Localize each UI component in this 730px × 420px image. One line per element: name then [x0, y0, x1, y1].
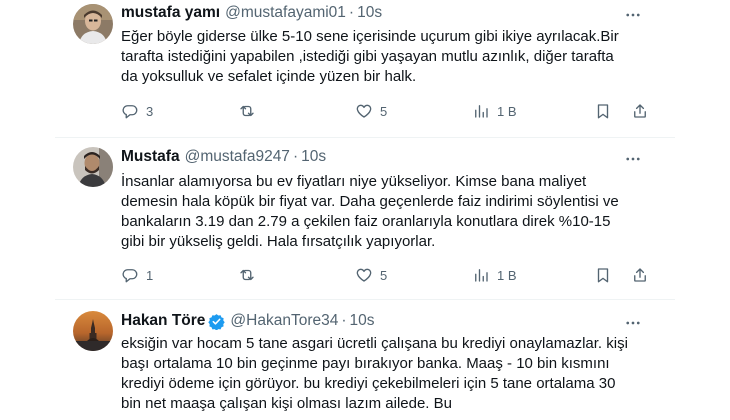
author-name[interactable]: Mustafa — [121, 148, 180, 166]
tweet-header: Mustafa @mustafa9247 · 10s — [121, 148, 326, 166]
bookmark-icon — [597, 268, 609, 283]
like-button[interactable]: 5 — [355, 266, 387, 284]
more-horizontal-icon — [626, 157, 640, 161]
tweet-text: Eğer böyle giderse ülke 5-10 sene içeris… — [121, 27, 661, 87]
separator-dot: · — [341, 312, 347, 329]
views-chart-icon — [475, 269, 488, 282]
avatar[interactable] — [73, 311, 113, 351]
reply-icon — [122, 105, 138, 119]
more-options-button[interactable] — [621, 5, 645, 25]
tweet-text-line: eksiğin var hocam 5 tane asgari ücretli … — [121, 335, 628, 352]
tweet-text-line: krediyi ödeme için görüyor. bu krediyi ç… — [121, 375, 616, 392]
more-horizontal-icon — [626, 13, 640, 17]
verified-badge-icon — [208, 313, 226, 330]
more-horizontal-icon — [626, 321, 640, 325]
bookmark-button[interactable] — [594, 102, 612, 120]
like-count: 5 — [380, 267, 388, 283]
views-count: 1 B — [497, 267, 517, 283]
author-handle[interactable]: @HakanTore34 — [230, 312, 338, 330]
bookmark-button[interactable] — [594, 266, 612, 284]
tweet-actions: 1 5 1 B — [121, 266, 646, 286]
tweet-text: eksiğin var hocam 5 tane asgari ücretli … — [121, 334, 661, 414]
more-options-button[interactable] — [621, 149, 645, 169]
reply-count: 1 — [146, 267, 154, 283]
tweet-text-line: bin net maaşa çalışan kişi olması lazım … — [121, 395, 452, 412]
views-count: 1 B — [497, 103, 517, 119]
share-icon — [634, 104, 646, 118]
tweet-text-line: başı ortalama 10 bin geçinme payı bırakı… — [121, 355, 610, 372]
reply-button[interactable]: 1 — [121, 266, 153, 284]
separator-dot: · — [348, 4, 355, 21]
tweet-text-line: gibi bir yükseliş geldi. Hala fırsatçılı… — [121, 233, 436, 250]
avatar[interactable] — [73, 4, 113, 44]
share-button[interactable] — [631, 266, 649, 284]
tweet[interactable]: Hakan Töre @HakanTore34 · 10s eksiğin va… — [0, 300, 730, 420]
bookmark-icon — [597, 104, 609, 119]
tweet[interactable]: Mustafa @mustafa9247 · 10s İnsanlar alam… — [0, 138, 730, 298]
retweet-icon — [240, 269, 254, 281]
like-count: 5 — [380, 103, 388, 119]
tweet-text: İnsanlar alamıyorsa bu ev fiyatları niye… — [121, 172, 661, 252]
heart-icon — [356, 268, 372, 282]
views-button[interactable]: 1 B — [472, 102, 517, 120]
author-handle[interactable]: @mustafa9247 — [185, 148, 290, 166]
more-options-button[interactable] — [621, 313, 645, 333]
views-chart-icon — [475, 105, 488, 118]
author-handle[interactable]: @mustafayami01 — [225, 4, 346, 22]
heart-icon — [356, 104, 372, 118]
views-button[interactable]: 1 B — [472, 266, 517, 284]
retweet-button[interactable] — [238, 266, 263, 284]
tweet-text-line: bankaların 3.19 dan 2.79 a çekilen faiz … — [121, 213, 611, 230]
timestamp[interactable]: 10s — [350, 312, 375, 330]
tweet-text-line: tarafta istediğini yapabilen ,istediği g… — [121, 48, 614, 65]
tweet-text-line: demesin hala köpük bir fiyat var. Daha g… — [121, 193, 619, 210]
timestamp[interactable]: 10s — [357, 4, 382, 22]
share-icon — [634, 268, 646, 282]
retweet-button[interactable] — [238, 102, 263, 120]
separator-dot: · — [292, 148, 299, 165]
tweet-text-line: da yoksulluk ve sefalet içinde yüzen bir… — [121, 68, 417, 85]
like-button[interactable]: 5 — [355, 102, 387, 120]
timestamp[interactable]: 10s — [301, 148, 326, 166]
tweet-actions: 3 5 1 B — [121, 102, 646, 122]
reply-button[interactable]: 3 — [121, 102, 153, 120]
tweet-text-line: Eğer böyle giderse ülke 5-10 sene içeris… — [121, 28, 619, 45]
reply-count: 3 — [146, 103, 154, 119]
tweet-header: Hakan Töre @HakanTore34 · 10s — [121, 312, 375, 330]
tweet-header: mustafa yamı @mustafayami01 · 10s — [121, 4, 382, 22]
reply-icon — [122, 269, 138, 283]
author-name[interactable]: mustafa yamı — [121, 4, 220, 22]
avatar[interactable] — [73, 147, 113, 187]
share-button[interactable] — [631, 102, 649, 120]
tweet[interactable]: mustafa yamı @mustafayami01 · 10s Eğer b… — [0, 0, 730, 137]
author-name[interactable]: Hakan Töre — [121, 312, 205, 330]
tweet-text-line: İnsanlar alamıyorsa bu ev fiyatları niye… — [121, 173, 587, 190]
retweet-icon — [240, 105, 254, 117]
